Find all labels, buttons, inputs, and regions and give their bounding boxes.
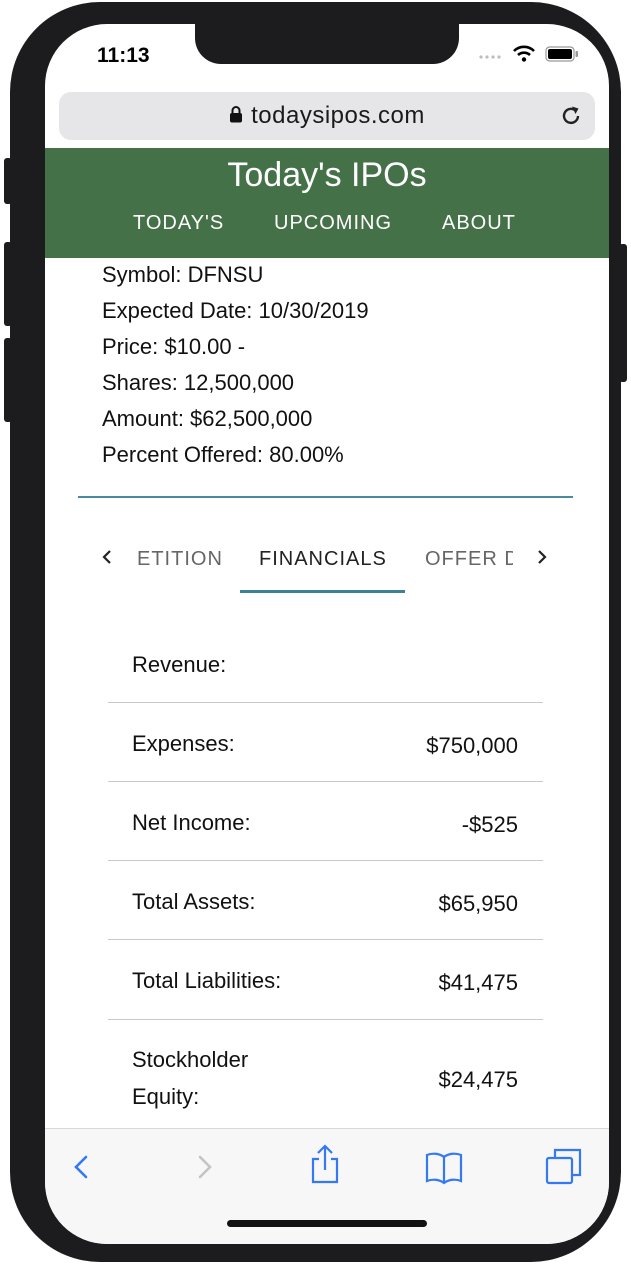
fin-value-stockholder-equity: $24,475 [438,1067,518,1092]
wifi-icon [513,45,535,67]
row-separator [108,781,543,782]
ipo-amount: Amount: $62,500,000 [102,406,313,431]
share-icon[interactable] [309,1143,341,1190]
notch [195,24,459,64]
fin-label-revenue: Revenue: [132,652,227,677]
fin-label-total-liabilities: Total Liabilities: [132,968,282,993]
reload-icon[interactable] [559,104,583,133]
nav-upcoming[interactable]: UPCOMING [274,212,392,235]
cellular-signal-icon [479,47,503,65]
nav-todays[interactable]: TODAY'S [133,212,224,235]
ipo-symbol: Symbol: DFNSU [102,262,264,287]
phone-frame: 11:13 todaysipos.com Today's IPOs TODAY' [10,2,621,1262]
status-time: 11:13 [97,44,150,67]
status-icons [479,45,579,67]
nav-about[interactable]: ABOUT [442,212,516,235]
fin-value-expenses: $750,000 [426,733,518,758]
fin-value-net-income: -$525 [461,812,518,837]
fin-label-expenses: Expenses: [132,731,235,756]
row-separator [108,939,543,940]
bookmarks-icon[interactable] [425,1149,463,1190]
site-title[interactable]: Today's IPOs [45,156,609,195]
battery-icon [545,45,579,67]
fin-label-net-income: Net Income: [132,810,251,835]
row-separator [108,860,543,861]
ipo-shares: Shares: 12,500,000 [102,370,295,395]
tab-scroll-left-icon[interactable] [101,544,113,575]
tab-scroll-right-icon[interactable] [536,544,548,575]
fin-label-stockholder-equity: Stockholder Equity: [132,1047,249,1109]
lock-icon [229,105,243,128]
address-bar[interactable]: todaysipos.com [59,92,595,140]
tabs-icon[interactable] [545,1147,583,1190]
ipo-price: Price: $10.00 - [102,334,246,359]
ipo-expected-date: Expected Date: 10/30/2019 [102,298,369,323]
row-separator [108,1019,543,1020]
fin-label-total-assets: Total Assets: [132,889,256,914]
url-text: todaysipos.com [251,102,425,129]
forward-chevron-icon[interactable] [193,1149,217,1190]
back-chevron-icon[interactable] [69,1149,93,1190]
section-divider [78,496,573,498]
ipo-percent-offered: Percent Offered: 80.00% [102,442,344,467]
screen: 11:13 todaysipos.com Today's IPOs TODAY' [45,24,609,1244]
active-tab-indicator [240,590,405,593]
tab-financials[interactable]: FINANCIALS [259,548,387,571]
fin-value-total-liabilities: $41,475 [438,970,518,995]
site-header: Today's IPOs TODAY'S UPCOMING ABOUT [45,148,609,258]
fin-value-total-assets: $65,950 [438,891,518,916]
row-separator [108,702,543,703]
tab-competition[interactable]: ETITION [137,548,225,571]
home-indicator [227,1220,427,1227]
tab-offer-details[interactable]: OFFER D [425,548,513,571]
